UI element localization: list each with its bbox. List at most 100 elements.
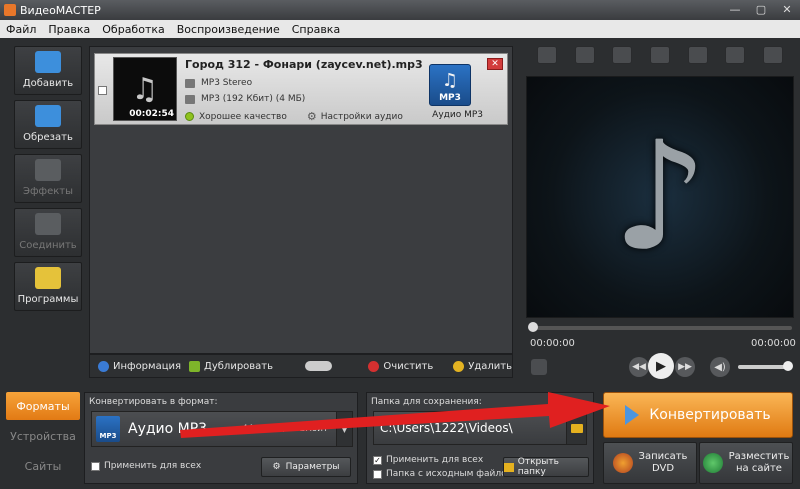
volume-handle[interactable] — [783, 361, 793, 371]
previous-button[interactable]: ◀◀ — [629, 357, 649, 377]
source-folder-option[interactable]: Папка с исходным файлом — [373, 469, 513, 479]
speaker-icon — [185, 78, 195, 88]
apply-all-checkbox[interactable] — [91, 461, 100, 471]
publish-label: Разместить на сайте — [728, 451, 790, 474]
format-dropdown[interactable]: MP3 Аудио MP3 44,1 KHz, 192Кбит ▼ — [91, 411, 353, 447]
duplicate-icon — [189, 360, 201, 372]
effects-icon — [35, 159, 61, 181]
tab-formats[interactable]: Форматы — [6, 392, 80, 420]
programs-icon — [35, 267, 61, 289]
publish-button[interactable]: Разместить на сайте — [699, 442, 793, 484]
browse-folder-button[interactable] — [566, 412, 586, 444]
format-params: 44,1 KHz, 192Кбит — [242, 424, 329, 434]
add-label: Добавить — [22, 78, 74, 89]
maximize-button[interactable]: ▢ — [752, 2, 770, 16]
tab-devices[interactable]: Устройства — [6, 422, 80, 450]
gif-icon[interactable] — [725, 46, 746, 64]
add-button[interactable]: Добавить — [14, 46, 82, 95]
duplicate-label: Дублировать — [204, 360, 274, 372]
file-audio-info: MP3 Stereo — [201, 78, 253, 88]
list-item[interactable]: ♫ 00:02:54 Город 312 - Фонари (zaycev.ne… — [94, 53, 508, 125]
delete-button[interactable]: Удалить — [453, 360, 512, 372]
volume-icon[interactable]: ◀) — [710, 357, 730, 377]
convert-label: Конвертировать — [649, 407, 771, 423]
effects-button[interactable]: Эффекты — [14, 154, 82, 203]
mp3-format-icon: ♫ MP3 — [429, 64, 471, 106]
title-bar: ВидеоМАСТЕР — ▢ ✕ — [0, 0, 800, 20]
format-section-title: Конвертировать в формат: — [89, 397, 218, 407]
open-folder-label: Открыть папку — [517, 457, 559, 477]
menu-file[interactable]: Файл — [0, 23, 42, 36]
tab-sites[interactable]: Сайты — [6, 452, 80, 480]
dvd-icon — [612, 453, 633, 473]
info-label: Информация — [113, 360, 182, 372]
add-film-icon — [35, 51, 61, 73]
chevron-down-icon[interactable]: ▼ — [336, 412, 352, 446]
menu-playback[interactable]: Воспроизведение — [171, 23, 286, 36]
rotate-icon[interactable] — [574, 46, 595, 64]
crop-icon[interactable] — [537, 46, 557, 64]
time-start: 00:00:00 — [530, 338, 575, 349]
preview-tools — [529, 46, 791, 70]
file-video-info: MP3 (192 Кбит) (4 МБ) — [201, 94, 306, 104]
film-icon — [185, 94, 195, 104]
file-thumbnail: ♫ 00:02:54 — [113, 57, 177, 121]
convert-button[interactable]: Конвертировать — [603, 392, 793, 438]
file-checkbox[interactable] — [98, 86, 107, 95]
file-quality[interactable]: Хорошее качество — [199, 112, 287, 122]
seek-handle[interactable] — [528, 322, 538, 332]
burn-dvd-label: Записать DVD — [638, 451, 688, 474]
output-path-field[interactable]: C:\Users\1222\Videos\ — [373, 411, 587, 445]
output-path: C:\Users\1222\Videos\ — [380, 421, 513, 435]
parameters-button[interactable]: ⚙ Параметры — [261, 457, 351, 477]
open-folder-button[interactable]: Открыть папку — [503, 457, 589, 477]
app-logo-icon — [4, 4, 16, 16]
quality-dot-icon — [185, 112, 194, 121]
info-button[interactable]: Информация — [98, 360, 182, 372]
apply-all-format[interactable]: Применить для всех — [91, 461, 201, 471]
audio-settings-link[interactable]: Настройки аудио — [321, 112, 403, 122]
close-window-button[interactable]: ✕ — [778, 2, 796, 16]
menu-help[interactable]: Справка — [286, 23, 346, 36]
burn-dvd-button[interactable]: Записать DVD — [603, 442, 697, 484]
clear-button[interactable]: Очистить — [368, 360, 433, 372]
duplicate-button[interactable]: Дублировать — [189, 360, 274, 372]
brightness-icon[interactable] — [612, 46, 633, 64]
programs-button[interactable]: Программы — [14, 262, 82, 311]
parameters-label: Параметры — [285, 462, 340, 472]
clear-icon — [368, 360, 380, 372]
delete-icon — [453, 360, 465, 372]
menu-bar: Файл Правка Обработка Воспроизведение Сп… — [0, 20, 800, 38]
join-button[interactable]: Соединить — [14, 208, 82, 257]
next-button[interactable]: ▶▶ — [675, 357, 695, 377]
view-toggle[interactable] — [305, 361, 333, 371]
format-panel: Конвертировать в формат: MP3 Аудио MP3 4… — [84, 392, 358, 484]
cut-label: Обрезать — [23, 132, 73, 143]
menu-edit[interactable]: Правка — [42, 23, 96, 36]
delete-label: Удалить — [468, 360, 512, 372]
join-icon — [35, 213, 61, 235]
music-note-icon: ♫ — [441, 70, 459, 91]
file-list-toolbar: Информация Дублировать Очистить Удалить — [89, 354, 513, 378]
seek-bar[interactable] — [528, 322, 792, 332]
run-icon[interactable] — [687, 46, 708, 64]
screen-icon[interactable] — [762, 46, 783, 64]
snapshot-button[interactable] — [531, 359, 547, 375]
source-folder-checkbox[interactable] — [373, 469, 382, 479]
preview-screen: ♪ — [526, 76, 794, 318]
file-quality-row: Хорошее качество ⚙ Настройки аудио — [185, 110, 403, 123]
cut-button[interactable]: Обрезать — [14, 100, 82, 149]
cut-scissors-icon — [35, 105, 61, 127]
folder-check-icon — [504, 462, 514, 472]
menu-process[interactable]: Обработка — [96, 23, 170, 36]
join-label: Соединить — [19, 240, 77, 251]
apply-all-folder[interactable]: ✓ Применить для всех — [373, 455, 483, 465]
folder-section-title: Папка для сохранения: — [371, 397, 482, 407]
play-button[interactable]: ▶ — [648, 353, 674, 379]
minimize-button[interactable]: — — [726, 2, 744, 16]
apply-all-folder-label: Применить для всех — [386, 455, 484, 465]
apply-all-folder-checkbox[interactable]: ✓ — [373, 455, 382, 465]
remove-file-button[interactable]: ✕ — [487, 58, 503, 70]
speed-icon[interactable] — [649, 46, 670, 64]
volume-slider[interactable] — [738, 361, 793, 371]
